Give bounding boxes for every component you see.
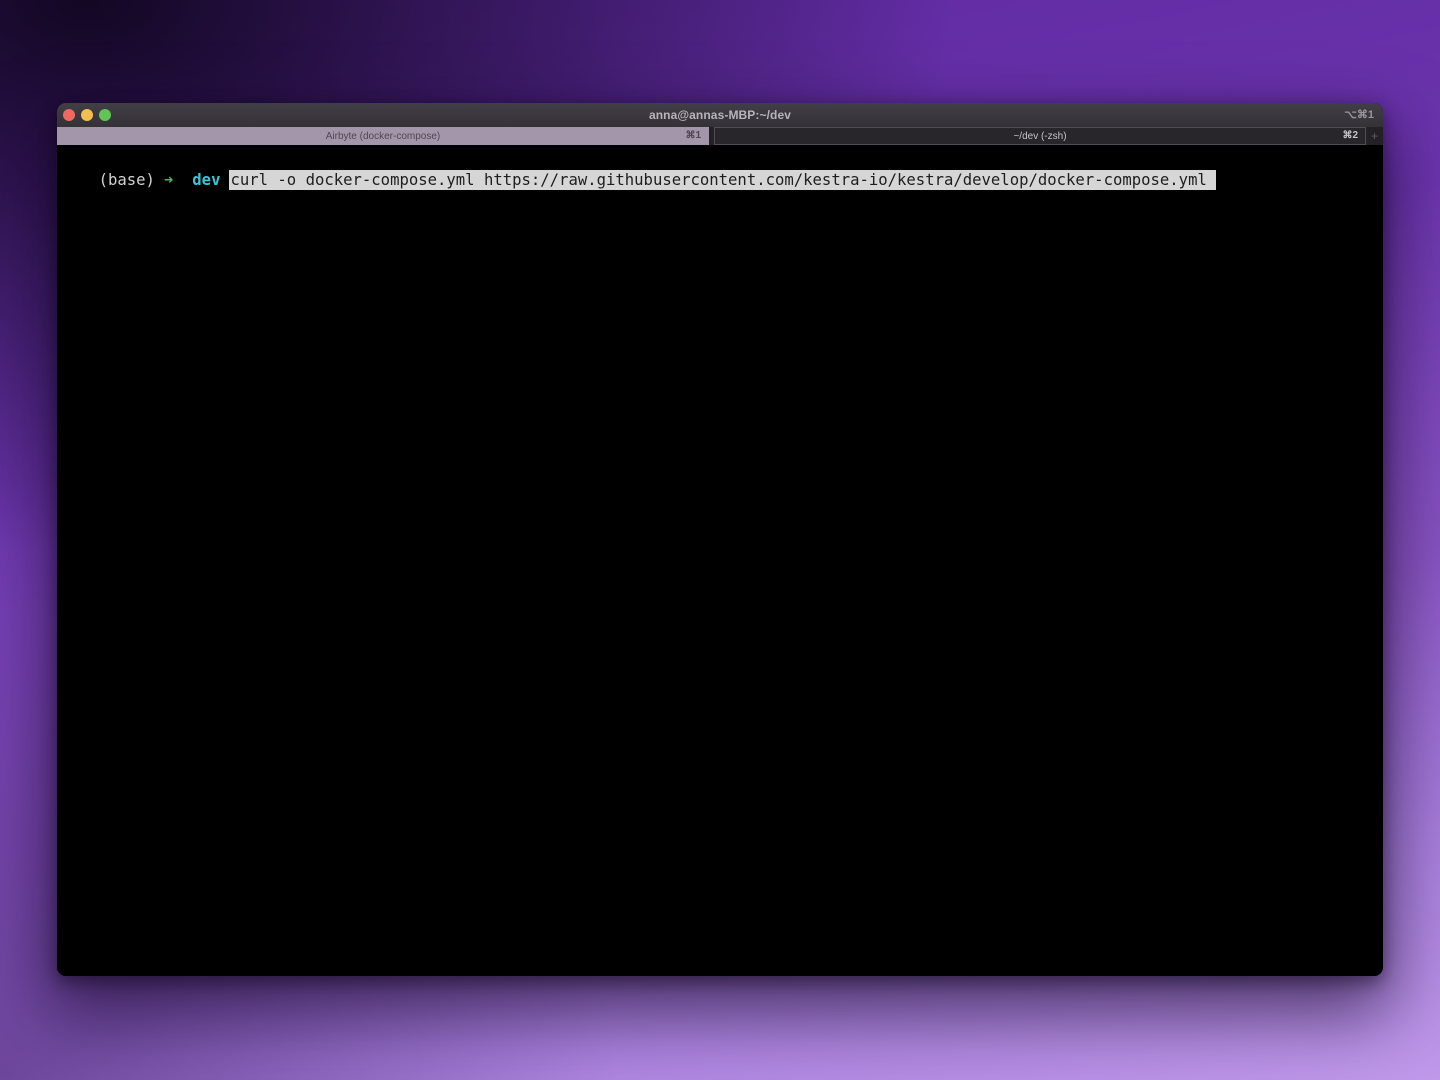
prompt-arrow-icon: ➜ — [164, 171, 173, 189]
selected-command-text: curl -o docker-compose.yml https://raw.g… — [229, 170, 1215, 190]
traffic-lights — [63, 109, 111, 121]
zoom-button[interactable] — [99, 109, 111, 121]
tab-label: Airbyte (docker-compose) — [326, 131, 440, 142]
tab-dev-zsh[interactable]: ~/dev (-zsh) ⌘2 — [714, 127, 1366, 145]
tab-shortcut: ⌘2 — [1342, 130, 1358, 141]
title-bar: anna@annas-MBP:~/dev ⌥⌘1 — [57, 103, 1383, 127]
window-shortcut: ⌥⌘1 — [1344, 108, 1374, 121]
terminal-screen[interactable]: (base) ➜ dev curl -o docker-compose.yml htt… — [57, 145, 1383, 976]
tab-label: ~/dev (-zsh) — [1013, 131, 1066, 142]
prompt-conda-env: (base) — [99, 171, 155, 189]
window-title: anna@annas-MBP:~/dev — [57, 108, 1383, 122]
close-button[interactable] — [63, 109, 75, 121]
minimize-button[interactable] — [81, 109, 93, 121]
tab-shortcut: ⌘1 — [685, 130, 701, 141]
prompt-cwd: dev — [192, 171, 220, 189]
tab-airbyte-docker-compose[interactable]: Airbyte (docker-compose) ⌘1 — [57, 127, 709, 145]
terminal-window: anna@annas-MBP:~/dev ⌥⌘1 Airbyte (docker… — [57, 103, 1383, 976]
new-tab-button[interactable]: + — [1366, 127, 1383, 145]
tab-bar: Airbyte (docker-compose) ⌘1 ~/dev (-zsh)… — [57, 127, 1383, 145]
